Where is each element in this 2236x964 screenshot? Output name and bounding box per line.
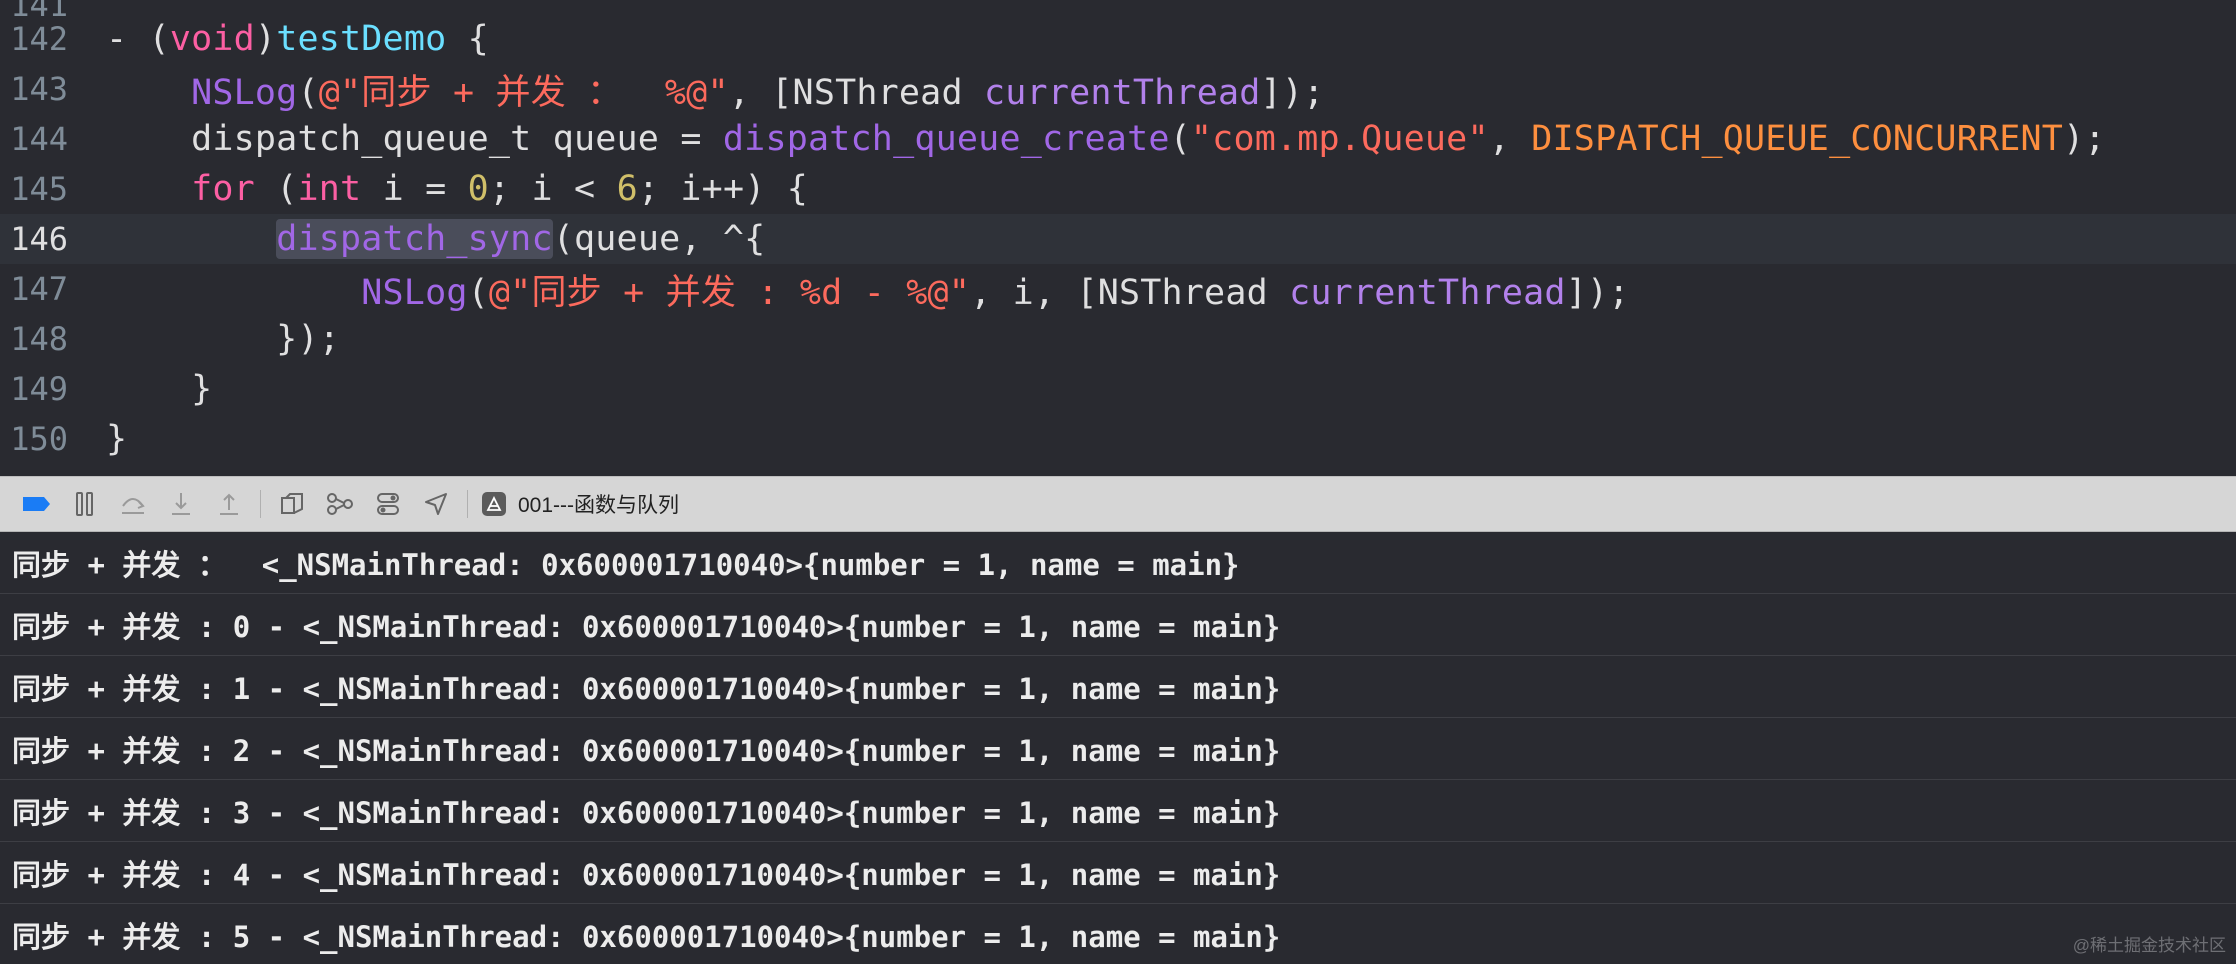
code-line[interactable]: 150} [0,414,2236,464]
clipped-line-number: 141 [10,0,68,24]
memory-graph-icon[interactable] [323,487,357,521]
console-line: 同步 + 并发 : 3 - <_NSMainThread: 0x60000171… [0,780,2236,842]
code-token: ( [1169,119,1191,159]
breakpoints-toggle-icon[interactable] [18,487,54,521]
code-text: dispatch_sync(queue, ^{ [106,219,765,259]
line-number: 145 [10,170,68,208]
code-line[interactable]: 145 for (int i = 0; i < 6; i++) { [0,164,2236,214]
line-number: 144 [10,120,68,158]
code-line[interactable]: 142 - (void)testDemo { [0,14,2236,64]
code-text: for (int i = 0; i < 6; i++) { [106,169,808,209]
code-token: 0 [467,169,489,209]
line-number: 148 [10,320,68,358]
code-token: ; i++) { [637,169,809,209]
code-token: - ( [106,19,170,59]
code-token: ( [254,169,298,209]
code-token: NSLog [191,72,298,113]
code-token: queue = [531,119,723,159]
code-token: dispatch_queue_t [191,119,532,159]
code-token: dispatch_sync [276,219,553,259]
target-selector[interactable]: 001---函数与队列 [482,489,679,519]
code-token: @"同步 + 并发 : %d - %@" [488,272,971,313]
code-token: { [446,19,489,59]
step-into-icon[interactable] [164,487,198,521]
code-text: } [106,419,127,459]
line-number: 142 [10,20,68,58]
code-token: int [297,169,362,209]
code-token: , [NSThread [728,72,984,113]
code-line[interactable]: 148 }); [0,314,2236,364]
code-token: , [1488,119,1532,159]
code-token: i = [361,169,468,209]
code-text: NSLog(@"同步 + 并发 : %d - %@", i, [NSThread… [106,264,1630,315]
code-token: ( [297,72,319,113]
console-line: 同步 + 并发 : 0 - <_NSMainThread: 0x60000171… [0,594,2236,656]
target-label: 001---函数与队列 [518,494,680,517]
app-icon [482,492,506,516]
code-text: } [106,369,212,409]
line-number: 150 [10,420,68,458]
code-token: @"同步 + 并发 ： %@" [318,72,729,113]
code-token: } [106,419,128,459]
code-token: testDemo [276,19,447,59]
line-number: 146 [10,220,68,258]
code-token: dispatch_queue_create [722,119,1170,159]
code-token: ]); [1260,72,1325,113]
code-token: , i, [NSThread [970,272,1290,313]
console-line: 同步 + 并发 : 2 - <_NSMainThread: 0x60000171… [0,718,2236,780]
console-line: 同步 + 并发 : 1 - <_NSMainThread: 0x60000171… [0,656,2236,718]
code-token: currentThread [984,72,1261,113]
view-hierarchy-icon[interactable] [275,487,309,521]
code-text: }); [106,319,340,359]
watermark: @稀土掘金技术社区 [2072,936,2226,955]
code-token: NSLog [361,272,468,313]
pause-icon[interactable] [68,487,102,521]
code-text: dispatch_queue_t queue = dispatch_queue_… [106,119,2106,159]
code-token: "com.mp.Queue" [1190,119,1489,159]
code-text: - (void)testDemo { [106,19,489,59]
code-token: for [191,169,255,209]
console-output[interactable]: 同步 + 并发 ： <_NSMainThread: 0x600001710040… [0,532,2236,964]
code-token: ) [254,19,277,59]
code-token: 6 [616,169,638,209]
step-out-icon[interactable] [212,487,246,521]
code-line[interactable]: 149 } [0,364,2236,414]
code-token: currentThread [1289,272,1566,313]
line-number: 143 [10,70,68,108]
line-number: 149 [10,370,68,408]
step-over-icon[interactable] [116,487,150,521]
console-line: 同步 + 并发 : 4 - <_NSMainThread: 0x60000171… [0,842,2236,904]
toolbar-divider [260,490,261,518]
console-line: 同步 + 并发 ： <_NSMainThread: 0x600001710040… [0,532,2236,594]
console-line: 同步 + 并发 : 5 - <_NSMainThread: 0x60000171… [0,904,2236,964]
debug-toolbar: 001---函数与队列 [0,476,2236,532]
code-token: void [169,19,255,59]
environment-overrides-icon[interactable] [371,487,405,521]
code-token: ( [467,272,489,313]
code-token: } [106,369,213,409]
code-line[interactable]: 147 NSLog(@"同步 + 并发 : %d - %@", i, [NSTh… [0,264,2236,314]
line-number: 147 [10,270,68,308]
code-token: ); [2063,119,2106,159]
code-token: DISPATCH_QUEUE_CONCURRENT [1531,119,2064,159]
toolbar-divider [467,490,468,518]
code-editor[interactable]: 141 142- (void)testDemo {143 NSLog(@"同步 … [0,0,2236,476]
code-line[interactable]: 146 dispatch_sync(queue, ^{ [0,214,2236,264]
code-token: }); [106,319,340,359]
simulate-location-icon[interactable] [419,487,453,521]
code-token: ; i < [488,169,617,209]
code-text: NSLog(@"同步 + 并发 ： %@", [NSThread current… [106,64,1324,115]
code-line[interactable]: 143 NSLog(@"同步 + 并发 ： %@", [NSThread cur… [0,64,2236,114]
code-token: ]); [1565,272,1630,313]
code-line[interactable]: 144 dispatch_queue_t queue = dispatch_qu… [0,114,2236,164]
code-token: (queue, ^{ [552,219,766,259]
